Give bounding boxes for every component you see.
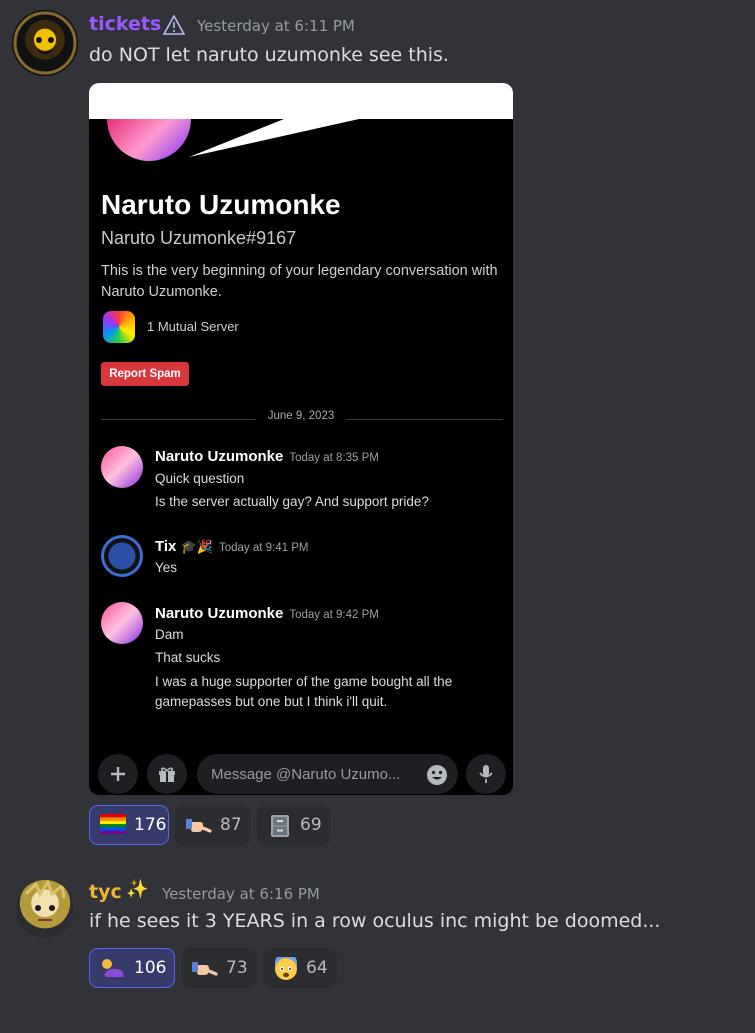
reactions: 176 87 69 [89,805,331,845]
reaction-count: 106 [134,958,167,978]
chat-timestamp: Today at 9:42 PM [289,609,379,621]
message-content: do NOT let naruto uzumonke see this. [89,44,449,66]
chat-author: Naruto Uzumonke Today at 8:35 PM [155,448,379,465]
report-spam-button[interactable]: Report Spam [101,362,189,386]
pointing-hand-icon [192,957,218,979]
avatar-art-icon [24,880,66,921]
fearful-face-icon [274,952,298,980]
chat-line: That sucks [155,650,221,665]
chat-author: Tix 🎓🎉 Today at 9:41 PM [155,538,308,555]
reaction-count: 69 [300,815,322,835]
gift-button[interactable] [147,754,187,794]
reactions: 106 73 64 [89,948,337,988]
pointing-hand-icon [186,814,212,836]
chat-line: Dam [155,627,184,642]
mutual-servers[interactable]: 1 Mutual Server [147,319,239,334]
message-content: if he sees it 3 YEARS in a row oculus in… [89,910,661,932]
dm-name: Naruto Uzumonke [101,189,341,220]
date-divider: June 9, 2023 [255,410,347,422]
sparkles-icon: ✨ [126,879,149,900]
reaction-count: 64 [306,958,328,978]
embedded-screenshot[interactable]: Naruto Uzumonke Naruto Uzumonke#9167 Thi… [89,83,513,795]
chat-line: gamepasses but one but I think i'll quit… [155,694,388,709]
chat-avatar [101,535,143,577]
chat-author-name: Naruto Uzumonke [155,448,284,465]
message-2: tyc ✨ Yesterday at 6:16 PM if he sees it… [0,860,755,1033]
reaction-rainbow-flag[interactable]: 176 [89,805,169,845]
timestamp: Yesterday at 6:16 PM [162,885,320,903]
chat-avatar [101,602,143,644]
reaction-pointing-hand[interactable]: 87 [175,805,251,845]
message-1: tickets Yesterday at 6:11 PM do NOT let … [0,0,755,860]
reaction-count: 176 [134,815,167,835]
voice-message-button[interactable] [466,754,506,794]
emoji-icon[interactable] [426,764,448,790]
file-cabinet-icon [268,814,292,837]
chat-line: Is the server actually gay? And support … [155,494,429,509]
chat-timestamp: Today at 9:41 PM [218,542,309,554]
chat-line: Yes [155,560,178,575]
timestamp: Yesterday at 6:11 PM [197,17,355,35]
dm-intro: This is the very beginning of your legen… [101,263,498,300]
message-input-placeholder: Message @Naruto Uzumo... [211,766,401,783]
gift-icon [159,767,175,782]
dm-tag: Naruto Uzumonke#9167 [101,228,297,248]
rainbow-flag-icon [100,814,126,836]
chat-author: Naruto Uzumonke Today at 9:42 PM [155,605,379,622]
reaction-pointing-hand[interactable]: 73 [181,948,257,988]
microphone-icon [479,765,493,783]
chat-timestamp: Today at 8:35 PM [289,452,379,464]
reaction-count: 87 [220,815,242,835]
avatar[interactable] [12,10,78,76]
chat-author-name: Naruto Uzumonke [155,605,284,622]
person-lying-icon [100,957,126,979]
chat-author-name: Tix [155,538,177,555]
reaction-person-lying[interactable]: 106 [89,948,175,988]
author-name[interactable]: tickets [89,13,161,35]
plus-icon [111,767,125,781]
avatar-art-icon [13,11,77,75]
reaction-file-cabinet[interactable]: 69 [257,805,331,845]
author-name[interactable]: tyc [89,881,122,903]
reaction-count: 73 [226,958,248,978]
server-icon [103,311,135,343]
warning-triangle-icon [162,14,186,39]
chat-line: I was a huge supporter of the game bough… [155,674,453,689]
chat-avatar [101,446,143,488]
avatar[interactable] [16,880,74,938]
reaction-fearful-face[interactable]: 64 [263,948,337,988]
add-attachment-button[interactable] [98,754,138,794]
author-badges: 🎓🎉 [180,539,213,554]
chat-line: Quick question [155,471,245,486]
